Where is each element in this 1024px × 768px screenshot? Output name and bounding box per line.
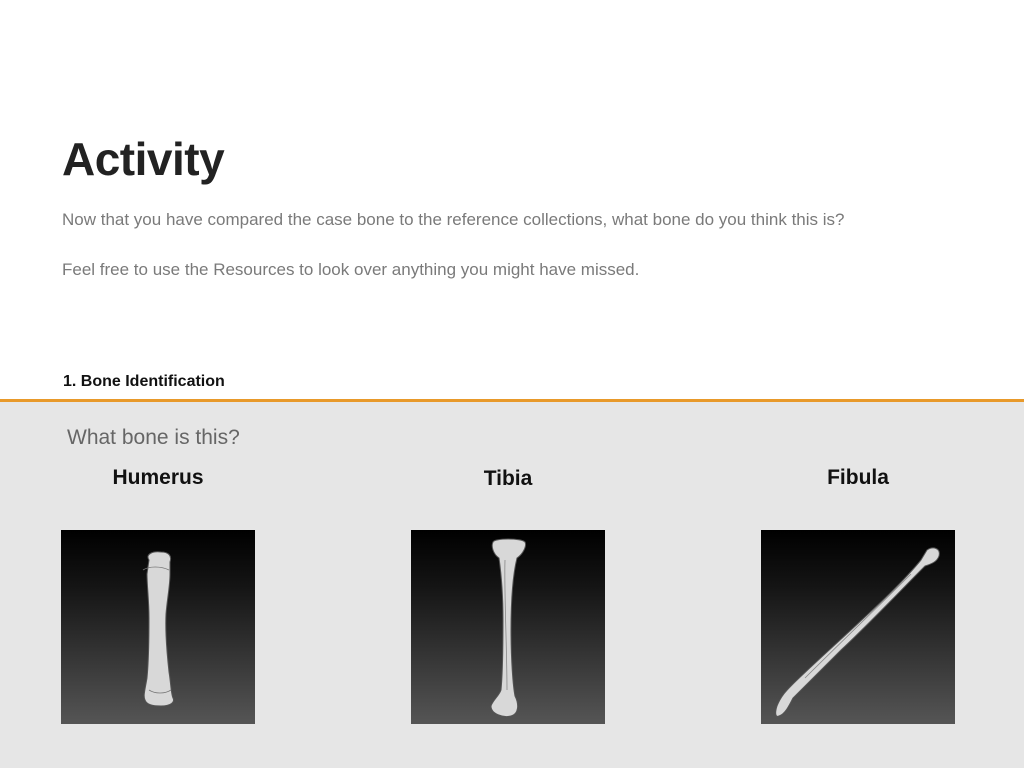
fibula-bone-image[interactable] xyxy=(761,530,955,724)
question-panel: What bone is this? Humerus Tibia Fibula xyxy=(0,402,1024,768)
fibula-bone-icon xyxy=(775,547,940,717)
option-label[interactable]: Tibia xyxy=(411,467,605,491)
activity-page: Activity Now that you have compared the … xyxy=(0,0,1024,768)
humerus-bone-image[interactable] xyxy=(61,530,255,724)
option-label[interactable]: Fibula xyxy=(761,466,955,490)
tibia-bone-icon xyxy=(490,538,526,717)
section-label: 1. Bone Identification xyxy=(63,373,225,390)
humerus-bone-icon xyxy=(142,551,174,707)
option-label[interactable]: Humerus xyxy=(61,466,255,490)
question-prompt: What bone is this? xyxy=(67,426,240,449)
tibia-bone-image[interactable] xyxy=(411,530,605,724)
intro-text: Now that you have compared the case bone… xyxy=(62,210,845,229)
page-title: Activity xyxy=(62,133,225,185)
resources-note: Feel free to use the Resources to look o… xyxy=(62,260,640,279)
